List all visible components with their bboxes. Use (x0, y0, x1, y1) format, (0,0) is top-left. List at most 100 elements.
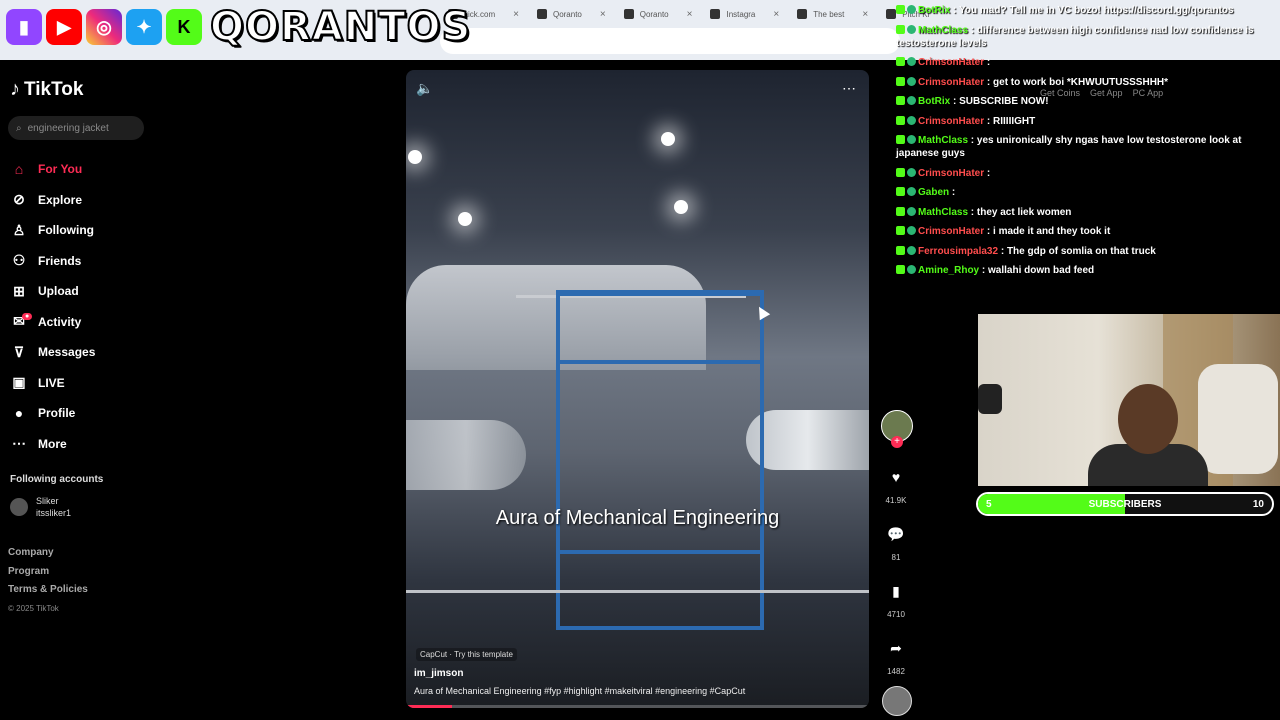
chat-username[interactable]: Ferrousimpala32 (918, 246, 998, 257)
chat-username[interactable]: MathClass (918, 25, 968, 36)
share-icon[interactable]: ➦ (881, 633, 911, 663)
chat-username[interactable]: Amine_Rhoy (918, 265, 979, 276)
like-action[interactable]: ♥ 41.9K (880, 462, 912, 505)
comment-action[interactable]: 💬 81 (880, 519, 912, 563)
chat-username[interactable]: CrimsonHater (918, 57, 984, 68)
more-options-icon[interactable]: ⋯ (842, 80, 857, 97)
chat-username[interactable]: MathClass (918, 135, 968, 146)
chat-username[interactable]: Gaben (918, 187, 949, 198)
volume-icon[interactable]: 🔈 (416, 80, 433, 97)
sidebar-item-more[interactable]: ⋯ More (10, 429, 95, 460)
kick-badge-icon (896, 24, 905, 34)
chat-username[interactable]: CrimsonHater (918, 226, 984, 237)
chat-username[interactable]: CrimsonHater (918, 116, 984, 127)
comment-count: 81 (891, 553, 901, 562)
chat-separator: : (979, 265, 989, 276)
video-username[interactable]: im_jimson (414, 668, 463, 679)
kick-badge-icon (896, 187, 905, 196)
sidebar-item-for-you[interactable]: ⌂ For You (10, 154, 95, 185)
save-action[interactable]: ▮ 4710 (880, 576, 912, 620)
sidebar-item-label: Friends (38, 253, 82, 268)
bookmark-icon[interactable]: ▮ (881, 576, 911, 606)
tab-label: Instagra (726, 9, 756, 19)
chat-text: i made it and they took it (993, 226, 1111, 237)
chat-message: MathClass : difference between high conf… (896, 24, 1278, 50)
chat-username[interactable]: CrimsonHater (918, 168, 984, 179)
kick-badge-icon (896, 76, 905, 86)
sidebar-item-explore[interactable]: ⊘ Explore (10, 185, 95, 216)
user-follow-icon: ♙ (12, 221, 26, 238)
footer-link-terms[interactable]: Terms & Policies (8, 581, 88, 600)
chat-username[interactable]: BotRix (918, 5, 950, 16)
share-action[interactable]: ➦ 1482 (880, 633, 912, 677)
heart-icon[interactable]: ♥ (881, 462, 911, 492)
browser-tab[interactable]: Instagra × (702, 4, 787, 24)
kick-badge-icon (896, 115, 905, 125)
sidebar-item-upload[interactable]: ⊞ Upload (10, 276, 95, 307)
follow-plus-icon[interactable]: + (891, 436, 903, 448)
kick-badge-icon (896, 167, 905, 177)
twitter-icon: ✦ (126, 9, 162, 45)
sidebar-item-messages[interactable]: ⊽ Messages (10, 337, 96, 368)
following-accounts-title: Following accounts (10, 474, 104, 485)
home-icon: ⌂ (14, 161, 24, 178)
chat-separator: : (984, 76, 994, 88)
kick-badge-icon (896, 5, 905, 14)
chat-username[interactable]: CrimsonHater (918, 77, 984, 88)
kick-badge-icon (896, 135, 905, 144)
chat-text: get to work boi *KHWUUTUSSSHHH* (993, 76, 1169, 88)
tab-favicon-icon (710, 9, 721, 19)
chat-username[interactable]: BotRix (918, 96, 950, 107)
twitch-icon: ▮ (6, 9, 42, 45)
like-count: 41.9K (885, 496, 907, 505)
sidebar-item-live[interactable]: ▣ LIVE (10, 368, 95, 399)
address-bar[interactable] (440, 28, 900, 54)
following-account[interactable]: Sliker itssliker1 (10, 495, 71, 519)
subscriber-badge-icon (907, 206, 916, 216)
comment-icon[interactable]: 💬 (881, 519, 911, 549)
browser-tab[interactable]: Qoranto × (529, 4, 614, 24)
streamer-brand: QORANTOS (209, 3, 472, 51)
sidebar-item-activity[interactable]: ✉ ● Activity (10, 307, 95, 338)
close-icon[interactable]: × (773, 9, 779, 20)
video-player[interactable]: 🔈 ⋯ Aura of Mechanical Engineering CapCu… (406, 70, 869, 708)
sidebar-item-friends[interactable]: ⚇ Friends (10, 246, 95, 277)
sidebar-item-profile[interactable]: ● Profile (10, 398, 95, 429)
close-icon[interactable]: × (862, 9, 868, 20)
factory-scaffold (556, 290, 764, 630)
chat-separator: : (968, 24, 977, 36)
messages-icon: ⊽ (13, 343, 25, 360)
capcut-link[interactable]: CapCut · Try this template (416, 648, 517, 661)
close-icon[interactable]: × (513, 9, 519, 20)
browser-tab[interactable]: Qoranto × (616, 4, 701, 24)
subscriber-badge-icon (907, 96, 916, 105)
chat-separator: : (950, 5, 959, 16)
sound-avatar[interactable] (882, 686, 912, 716)
creator-avatar[interactable]: + (881, 410, 913, 448)
kick-badge-icon (896, 245, 905, 255)
sidebar-item-label: Messages (38, 345, 96, 360)
footer-link-company[interactable]: Company (8, 544, 88, 563)
chat-text: The gdp of somlia on that truck (1006, 245, 1156, 257)
upload-icon: ⊞ (13, 282, 25, 299)
sidebar-item-following[interactable]: ♙ Following (10, 215, 95, 246)
subscriber-badge-icon (907, 57, 916, 66)
chat-username[interactable]: MathClass (918, 207, 968, 218)
browser-tab[interactable]: The best × (789, 4, 876, 24)
live-icon: ▣ (12, 374, 26, 391)
footer-link-program[interactable]: Program (8, 563, 88, 582)
tiktok-sidebar: ♪ TikTok ⌕ engineering jacket ⌂ For You ⊘ Ex… (0, 60, 170, 720)
subscriber-badge-icon (907, 187, 916, 196)
sidebar-item-label: Upload (38, 284, 79, 299)
video-progress-bar[interactable] (406, 705, 869, 708)
chat-message: BotRix : SUBSCRIBE NOW! (896, 95, 1278, 108)
chat-message: Gaben : (896, 186, 1278, 199)
search-icon: ⌕ (16, 122, 22, 134)
share-count: 1482 (887, 667, 905, 676)
chat-message: CrimsonHater : RIIIIIGHT (896, 115, 1278, 128)
close-icon[interactable]: × (600, 9, 606, 20)
search-input[interactable]: ⌕ engineering jacket (8, 116, 144, 140)
close-icon[interactable]: × (687, 9, 693, 20)
tiktok-logo[interactable]: ♪ TikTok (10, 78, 83, 101)
chat-message: CrimsonHater : (896, 56, 1278, 69)
